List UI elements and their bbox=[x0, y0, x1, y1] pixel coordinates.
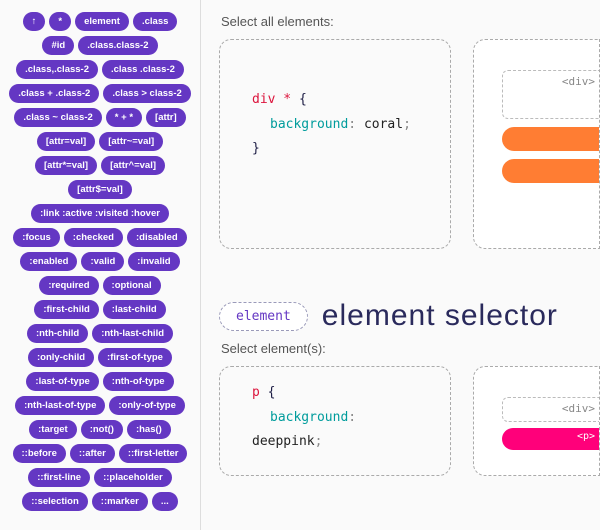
selector-pill[interactable]: :not() bbox=[81, 420, 123, 439]
selector-pill-list: ↑*element.class #id.class.class-2 .class,.… bbox=[8, 12, 192, 511]
selector-pill[interactable]: :enabled bbox=[20, 252, 77, 271]
demo-box-1: <div> bbox=[473, 39, 600, 249]
selector-pill[interactable]: :required bbox=[39, 276, 98, 295]
selector-pill[interactable]: .class.class-2 bbox=[78, 36, 157, 55]
demo-bar bbox=[502, 127, 599, 151]
selector-pill[interactable]: .class > class-2 bbox=[103, 84, 190, 103]
selector-pill[interactable]: ::after bbox=[70, 444, 115, 463]
selector-pill[interactable]: :last-of-type bbox=[26, 372, 98, 391]
selector-pill[interactable]: ... bbox=[152, 492, 178, 511]
selector-pill[interactable]: * bbox=[49, 12, 71, 31]
selector-pill[interactable]: .class + .class-2 bbox=[9, 84, 99, 103]
selector-pill[interactable]: ::before bbox=[13, 444, 66, 463]
selector-pill[interactable]: :optional bbox=[103, 276, 161, 295]
example-row-2: p { background: deeppink; <div> <p> bbox=[219, 366, 600, 476]
selector-pill[interactable]: ::first-letter bbox=[119, 444, 188, 463]
selector-pill[interactable]: :has() bbox=[127, 420, 171, 439]
selector-pill[interactable]: element bbox=[75, 12, 129, 31]
code-box-1: div * { background: coral; } bbox=[219, 39, 451, 249]
selector-pill[interactable]: :only-of-type bbox=[109, 396, 185, 415]
section-label-all: Select all elements: bbox=[221, 14, 600, 29]
selector-pill[interactable]: ::placeholder bbox=[94, 468, 172, 487]
selector-pill[interactable]: [attr^=val] bbox=[101, 156, 165, 175]
selector-pill[interactable]: .class .class-2 bbox=[102, 60, 184, 79]
selector-pill[interactable]: .class,.class-2 bbox=[16, 60, 98, 79]
selector-pill[interactable]: .class bbox=[133, 12, 177, 31]
selector-pill[interactable]: ::selection bbox=[22, 492, 88, 511]
demo-box-2: <div> <p> bbox=[473, 366, 600, 476]
selector-pill[interactable]: [attr=val] bbox=[37, 132, 95, 151]
selector-pill[interactable]: ↑ bbox=[23, 12, 46, 31]
example-row-1: div * { background: coral; } <div> bbox=[219, 39, 600, 249]
selector-pill[interactable]: ::marker bbox=[92, 492, 148, 511]
element-heading: element selector bbox=[322, 299, 558, 333]
main-content: Select all elements: div * { background:… bbox=[200, 0, 600, 530]
selector-pill[interactable]: [attr~=val] bbox=[99, 132, 163, 151]
selector-pill[interactable]: :only-child bbox=[28, 348, 94, 367]
selector-pill[interactable]: :nth-last-of-type bbox=[15, 396, 105, 415]
selector-pill[interactable]: :disabled bbox=[127, 228, 187, 247]
selector-pill[interactable]: * + * bbox=[106, 108, 142, 127]
selector-pill[interactable]: :checked bbox=[64, 228, 123, 247]
selector-pill[interactable]: :target bbox=[29, 420, 77, 439]
element-tag-oval: element bbox=[219, 302, 308, 331]
demo-div-chip: <div> bbox=[502, 397, 599, 422]
selector-pill[interactable]: :link :active :visited :hover bbox=[31, 204, 169, 223]
demo-div-chip: <div> bbox=[502, 70, 599, 119]
selector-pill[interactable]: [attr$=val] bbox=[68, 180, 132, 199]
code-box-2: p { background: deeppink; bbox=[219, 366, 451, 476]
section-label-element: Select element(s): bbox=[221, 341, 600, 356]
element-heading-row: element element selector bbox=[219, 299, 600, 333]
selector-pill[interactable]: :focus bbox=[13, 228, 60, 247]
selector-pill[interactable]: :invalid bbox=[128, 252, 179, 271]
selector-pill[interactable]: :nth-of-type bbox=[103, 372, 174, 391]
selector-sidebar: ↑*element.class #id.class.class-2 .class,.… bbox=[0, 0, 200, 530]
selector-pill[interactable]: :valid bbox=[81, 252, 124, 271]
selector-pill[interactable]: [attr*=val] bbox=[35, 156, 97, 175]
selector-pill[interactable]: :first-of-type bbox=[98, 348, 172, 367]
selector-pill[interactable]: ::first-line bbox=[28, 468, 90, 487]
selector-pill[interactable]: :last-child bbox=[103, 300, 166, 319]
selector-pill[interactable]: [attr] bbox=[146, 108, 186, 127]
selector-pill[interactable]: :nth-child bbox=[27, 324, 88, 343]
selector-pill[interactable]: :first-child bbox=[34, 300, 98, 319]
selector-pill[interactable]: :nth-last-child bbox=[92, 324, 173, 343]
selector-pill[interactable]: .class ~ class-2 bbox=[14, 108, 101, 127]
demo-bar bbox=[502, 159, 599, 183]
demo-p-bar: <p> bbox=[502, 428, 599, 450]
selector-pill[interactable]: #id bbox=[42, 36, 74, 55]
